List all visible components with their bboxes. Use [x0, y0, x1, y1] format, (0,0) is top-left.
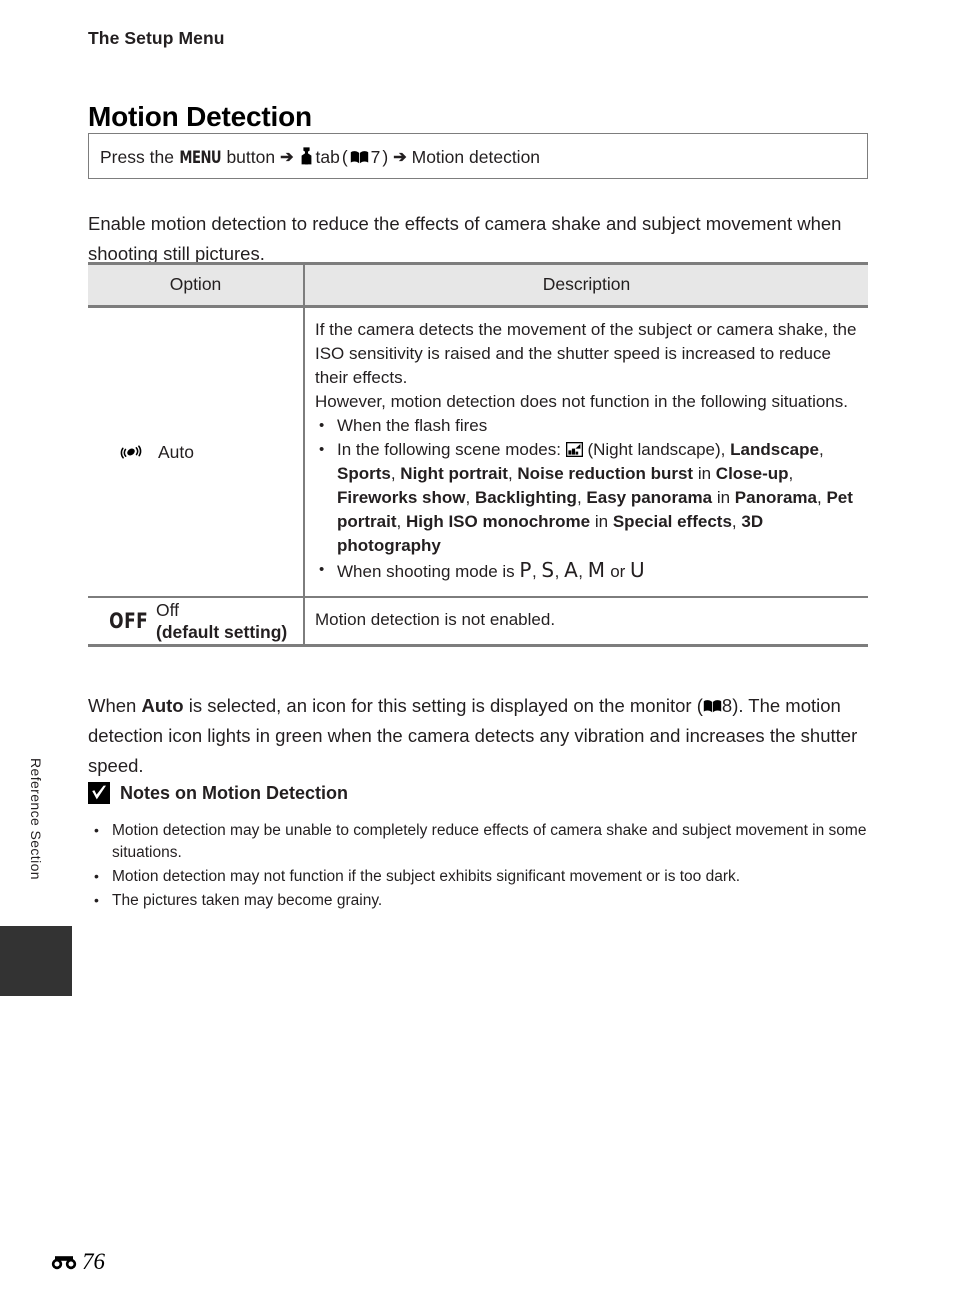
after-bold-auto: Auto [141, 694, 184, 716]
option-label-off-text: Off [156, 599, 180, 620]
after-table-paragraph: When Auto is selected, an icon for this … [88, 691, 878, 781]
notes-list: Motion detection may be unable to comple… [88, 819, 878, 914]
night-landscape-icon [565, 440, 583, 458]
option-label-auto: Auto [158, 442, 194, 462]
notes-title: Notes on Motion Detection [120, 782, 348, 803]
desc-paragraph-1: If the camera detects the movement of th… [315, 320, 857, 387]
option-cell-auto: Auto [88, 306, 305, 598]
nav-prefix: Press the [100, 147, 174, 167]
option-cell-off: OFF Off (default setting) [88, 597, 305, 647]
arrow-right-icon: ➔ [280, 149, 294, 166]
list-item: The pictures taken may become grainy. [88, 889, 878, 912]
after-ref-page: 8 [721, 694, 733, 716]
menu-button-glyph: MENU [179, 148, 222, 168]
option-label-off-default: (default setting) [156, 621, 288, 642]
table-row: Auto If the camera detects the movement … [88, 306, 868, 598]
list-item: Motion detection may be unable to comple… [88, 819, 878, 864]
desc-paragraph-2: However, motion detection does not funct… [315, 392, 848, 411]
intro-paragraph: Enable motion detection to reduce the ef… [88, 212, 842, 264]
wrench-icon [299, 147, 314, 165]
list-item: In the following scene modes: (Night lan… [315, 438, 858, 558]
description-cell-off: Motion detection is not enabled. [304, 597, 868, 647]
shooting-mode-u: U [630, 558, 646, 582]
scene-modes-lead: In the following scene modes: [337, 440, 561, 459]
nav-ref-open: ( [341, 147, 348, 167]
book-icon [350, 150, 369, 164]
nav-ref-close: ) [382, 147, 389, 167]
side-tab-label: Reference Section [28, 758, 44, 880]
desc-paragraph-off: Motion detection is not enabled. [315, 610, 556, 629]
running-head: The Setup Menu [88, 28, 225, 48]
shooting-mode-lead: When shooting mode is [337, 562, 515, 581]
arrow-right-icon-2: ➔ [393, 149, 407, 166]
motion-detection-icon [104, 441, 158, 463]
shooting-mode-letters: P, S, A, M or U [519, 558, 646, 582]
option-label-off: Off (default setting) [156, 600, 287, 643]
list-item: When shooting mode is P, S, A, M or U [315, 558, 858, 584]
after-part-2: is selected, an icon for this setting is… [183, 694, 703, 716]
table-header-row: Option Description [88, 262, 868, 308]
table-row: OFF Off (default setting) Motion detecti… [88, 597, 868, 647]
nav-tab-word: tab [315, 147, 340, 167]
desc-bullet-list: When the flash fires In the following sc… [315, 414, 858, 584]
off-icon-glyph: OFF [109, 609, 149, 633]
column-header-description: Description [304, 262, 868, 308]
nav-button-word: button [226, 147, 276, 167]
list-item: When the flash fires [315, 414, 858, 438]
night-landscape-label: (Night landscape), [587, 440, 726, 459]
shooting-mode-p: P [519, 558, 532, 582]
page-footer: 76 [50, 1249, 105, 1275]
list-item: Motion detection may not function if the… [88, 865, 878, 888]
side-tab-marker [0, 926, 72, 996]
shooting-mode-a: A [564, 558, 579, 582]
description-cell-auto: If the camera detects the movement of th… [304, 306, 868, 598]
caution-check-icon [88, 782, 110, 804]
reference-section-symbol-icon [50, 1253, 80, 1271]
book-icon [703, 692, 722, 712]
page-number: 76 [82, 1249, 105, 1274]
nav-ref-page: 7 [370, 147, 381, 167]
nav-destination: Motion detection [411, 147, 541, 167]
after-part-1: When [88, 694, 142, 716]
navigation-path: Press the MENU button ➔ tab ( 7 ) ➔ Moti… [89, 145, 541, 167]
notes-heading: Notes on Motion Detection [88, 782, 348, 804]
shooting-mode-s: S [541, 558, 555, 582]
shooting-mode-m: M [587, 558, 606, 582]
page-title: Motion Detection [88, 100, 312, 132]
column-header-option: Option [88, 262, 305, 308]
off-icon: OFF [102, 609, 156, 633]
navigation-path-box: Press the MENU button ➔ tab ( 7 ) ➔ Moti… [88, 133, 868, 179]
options-table: Option Description Auto If the camera de… [88, 262, 868, 647]
